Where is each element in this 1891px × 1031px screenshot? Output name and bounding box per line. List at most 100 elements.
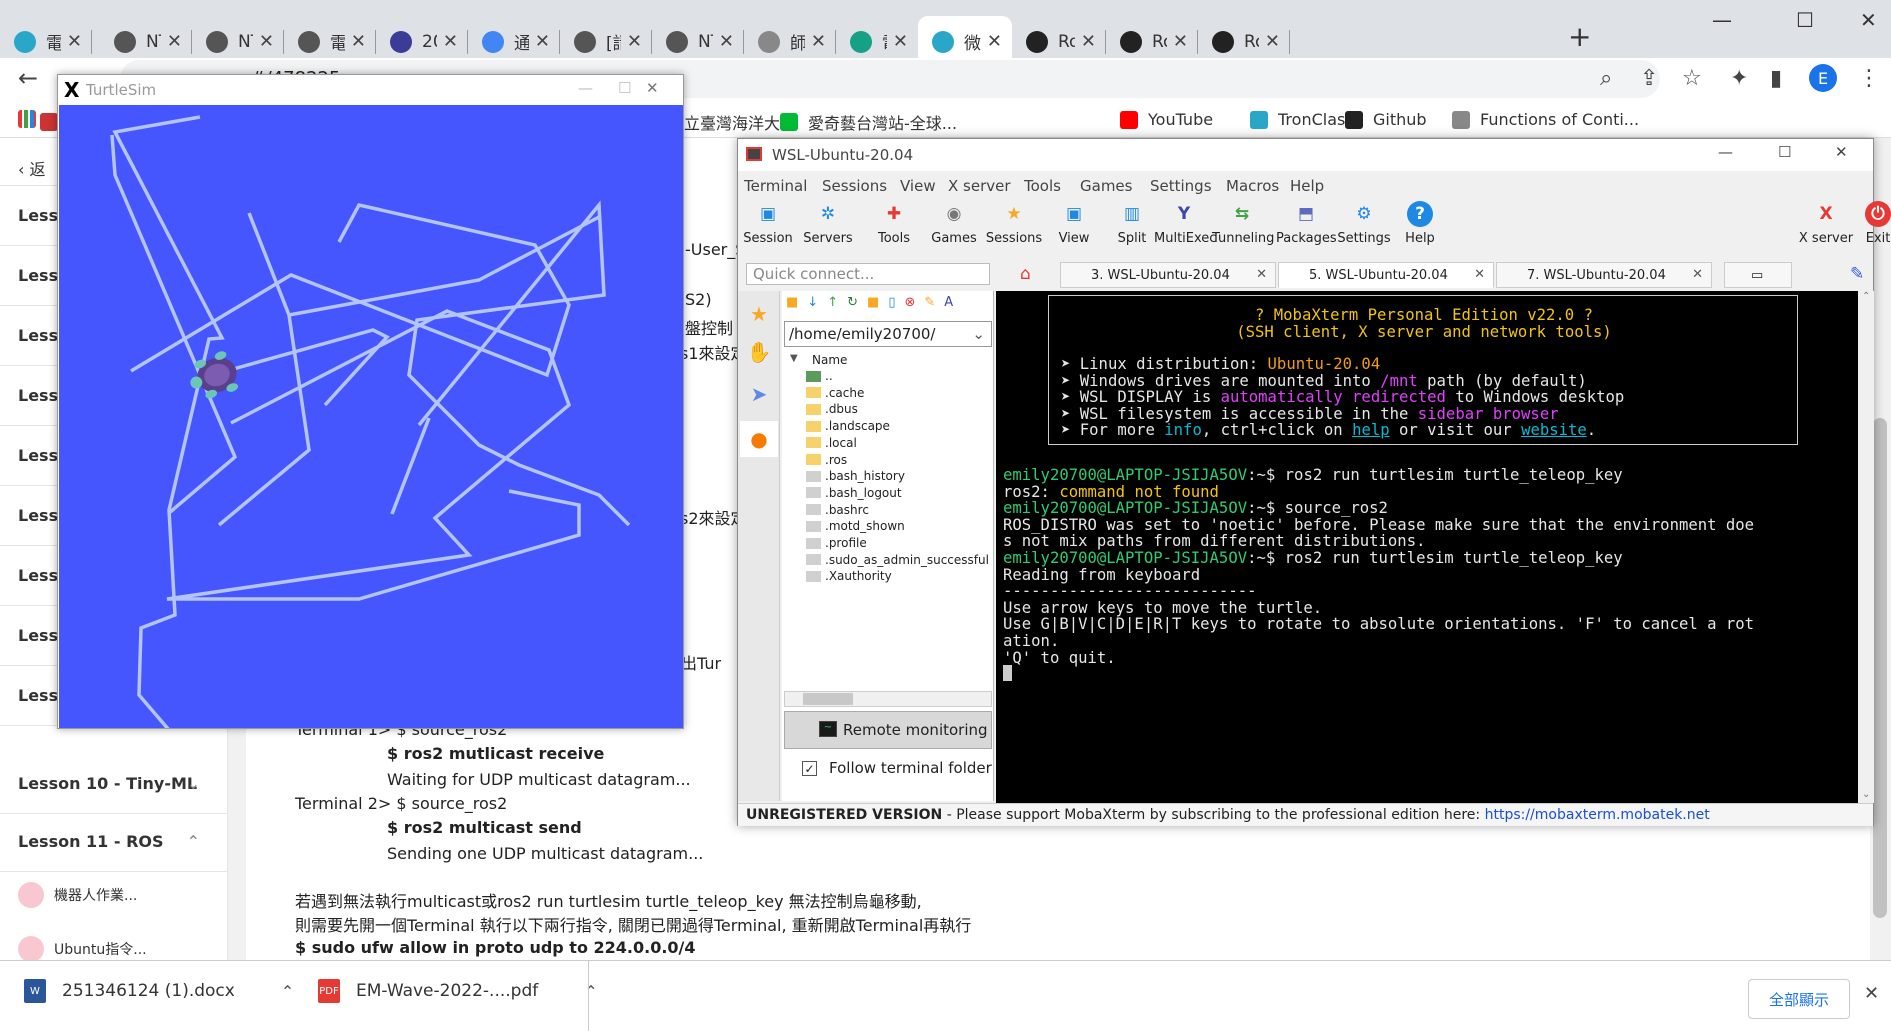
menu-item[interactable]: Sessions	[822, 177, 887, 195]
toolbar-button-session[interactable]: ▣ Session	[738, 201, 798, 246]
toolbar-button-packages[interactable]: ⬒ Packages	[1276, 201, 1337, 246]
sftp-toolbar[interactable]: ■↓↑↻■▯⊗✎A	[786, 295, 962, 310]
close-tab-icon[interactable]: ✕	[535, 31, 550, 52]
menu-kebab-icon[interactable]: ⋮	[1858, 66, 1880, 91]
new-tab-button[interactable]: +	[1568, 20, 1591, 53]
toolbar-button-sessions[interactable]: ★ Sessions	[984, 201, 1044, 246]
file-item[interactable]: .dbus	[806, 402, 858, 416]
status-link[interactable]: https://mobaxterm.mobatek.net	[1485, 807, 1710, 823]
close-tab-icon[interactable]: ✕	[259, 31, 274, 52]
sidebar-subitem[interactable]: Ubuntu指令...	[18, 936, 147, 962]
session-tab[interactable]: 7. WSL-Ubuntu-20.04 ✕	[1496, 262, 1712, 288]
close-tab-icon[interactable]: ✕	[67, 31, 82, 52]
maximize-icon[interactable]: ☐	[618, 79, 631, 97]
file-item[interactable]: .landscape	[806, 419, 890, 433]
file-item[interactable]: .bash_history	[806, 469, 905, 483]
menu-item[interactable]: View	[900, 177, 936, 195]
file-item[interactable]: .cache	[806, 386, 864, 400]
file-item[interactable]: .bashrc	[806, 503, 869, 517]
close-tab-icon[interactable]: ✕	[1081, 31, 1096, 52]
download-item[interactable]: PDF EM-Wave-2022-....pdf ⌃	[318, 979, 598, 1003]
minimize-icon[interactable]: —	[1712, 8, 1732, 32]
follow-terminal-checkbox[interactable]: ✓ Follow terminal folder	[802, 759, 992, 777]
bookmark-item[interactable]: Functions of Conti...	[1452, 110, 1639, 129]
close-tab-icon[interactable]: ✕	[1692, 267, 1703, 282]
close-tab-icon[interactable]: ✕	[1256, 267, 1267, 282]
close-tab-icon[interactable]: ✕	[893, 31, 908, 52]
show-all-button[interactable]: 全部顯示	[1748, 979, 1850, 1019]
terminal-scrollbar[interactable]: ⌃ ⌄	[1860, 291, 1874, 803]
share-icon[interactable]: ⇪	[1640, 66, 1658, 91]
profile-avatar[interactable]: E	[1809, 64, 1837, 92]
menu-item[interactable]: X server	[948, 177, 1011, 195]
session-tab[interactable]: 3. WSL-Ubuntu-20.04 ✕	[1060, 262, 1276, 288]
horizontal-scrollbar[interactable]	[784, 691, 992, 707]
close-tab-icon[interactable]: ✕	[1265, 31, 1280, 52]
sidebar-item-lesson-11[interactable]: Lesson 11 - ROS ⌃	[0, 814, 228, 872]
attach-icon[interactable]: ✎	[1850, 264, 1864, 284]
zoom-icon[interactable]: ⌕	[1600, 66, 1612, 91]
menu-item[interactable]: Macros	[1226, 177, 1279, 195]
session-tab-active[interactable]: 5. WSL-Ubuntu-20.04 ✕	[1278, 262, 1494, 288]
file-item[interactable]: .bash_logout	[806, 486, 902, 500]
toolbar-button-help[interactable]: ? Help	[1390, 201, 1450, 246]
download-item[interactable]: W 251346124 (1).docx ⌃	[24, 979, 294, 1003]
close-tab-icon[interactable]: ✕	[1474, 267, 1485, 282]
file-item[interactable]: .local	[806, 436, 857, 450]
sidebar-subitem[interactable]: 機器人作業...	[18, 882, 137, 908]
maximize-icon[interactable]: ☐	[1796, 8, 1814, 32]
minimize-icon[interactable]: —	[1718, 143, 1733, 161]
new-session-tab[interactable]: ▭	[1724, 262, 1792, 288]
menu-item[interactable]: Games	[1080, 177, 1132, 195]
sidepanel-icon[interactable]: ▮	[1770, 66, 1782, 91]
toolbar-button-view[interactable]: ▣ View	[1044, 201, 1104, 246]
bookmark-item[interactable]: TronClass	[1250, 110, 1354, 129]
file-item[interactable]: .ros	[806, 453, 847, 467]
toolbar-button-settings[interactable]: ⚙ Settings	[1334, 201, 1394, 246]
close-tab-icon[interactable]: ✕	[443, 31, 458, 52]
chevron-up-icon[interactable]: ⌃	[281, 982, 294, 1001]
star-icon[interactable]: ★	[746, 301, 772, 327]
close-icon[interactable]: ✕	[1860, 8, 1877, 32]
name-column-header[interactable]: Name	[812, 353, 847, 367]
close-tab-icon[interactable]: ✕	[987, 31, 1002, 52]
checkbox-checked[interactable]: ✓	[802, 760, 817, 776]
close-icon[interactable]: ✕	[1835, 143, 1848, 161]
quick-connect-input[interactable]: Quick connect...	[746, 263, 990, 285]
toolbar-button-split[interactable]: ▥ Split	[1102, 201, 1162, 246]
file-item[interactable]: .sudo_as_admin_successful	[806, 553, 989, 567]
toolbar-button-games[interactable]: ◉ Games	[924, 201, 984, 246]
bookmark-item[interactable]: 愛奇藝台灣站-全球...	[780, 110, 957, 134]
back-arrow-icon[interactable]: ←	[18, 64, 38, 92]
sftp-tab-icon[interactable]: ●	[740, 421, 778, 457]
menu-item[interactable]: Tools	[1024, 177, 1061, 195]
bookmark-item[interactable]: YouTube	[1120, 110, 1213, 129]
file-item[interactable]: .profile	[806, 536, 867, 550]
chevron-up-icon[interactable]: ⌃	[584, 982, 597, 1001]
file-item[interactable]: .Xauthority	[806, 569, 892, 583]
menu-item[interactable]: Settings	[1150, 177, 1212, 195]
file-item[interactable]: .motd_shown	[806, 519, 905, 533]
home-icon[interactable]: ⌂	[1020, 264, 1031, 284]
send-icon[interactable]: ➤	[746, 381, 772, 407]
close-tab-icon[interactable]: ✕	[719, 31, 734, 52]
bookmark-item[interactable]: Github	[1345, 110, 1427, 129]
collapse-icon[interactable]: ▼	[790, 353, 798, 364]
close-tab-icon[interactable]: ✕	[167, 31, 182, 52]
close-tab-icon[interactable]: ✕	[1173, 31, 1188, 52]
toolbar-button-x-server[interactable]: X X server	[1796, 201, 1856, 246]
close-tab-icon[interactable]: ✕	[811, 31, 826, 52]
sidebar-item-lesson-10[interactable]: Lesson 10 - Tiny-ML ⌄	[0, 756, 228, 814]
path-select[interactable]: /home/emily20700/ ⌄	[784, 321, 992, 347]
terminal[interactable]: ? MobaXterm Personal Edition v22.0 ? (SSH…	[996, 291, 1858, 803]
tools-icon[interactable]: ✋	[746, 339, 772, 365]
close-tab-icon[interactable]: ✕	[351, 31, 366, 52]
remote-monitoring-button[interactable]: ~ Remote monitoring	[784, 711, 992, 749]
toolbar-button-multiexec[interactable]: Y MultiExec	[1154, 201, 1216, 246]
star-icon[interactable]: ☆	[1682, 66, 1702, 91]
minimize-icon[interactable]: —	[578, 79, 593, 97]
toolbar-button-servers[interactable]: ✲ Servers	[798, 201, 858, 246]
scroll-thumb[interactable]	[1873, 418, 1887, 918]
extensions-icon[interactable]: ✦	[1730, 66, 1748, 91]
menu-item[interactable]: Terminal	[744, 177, 807, 195]
